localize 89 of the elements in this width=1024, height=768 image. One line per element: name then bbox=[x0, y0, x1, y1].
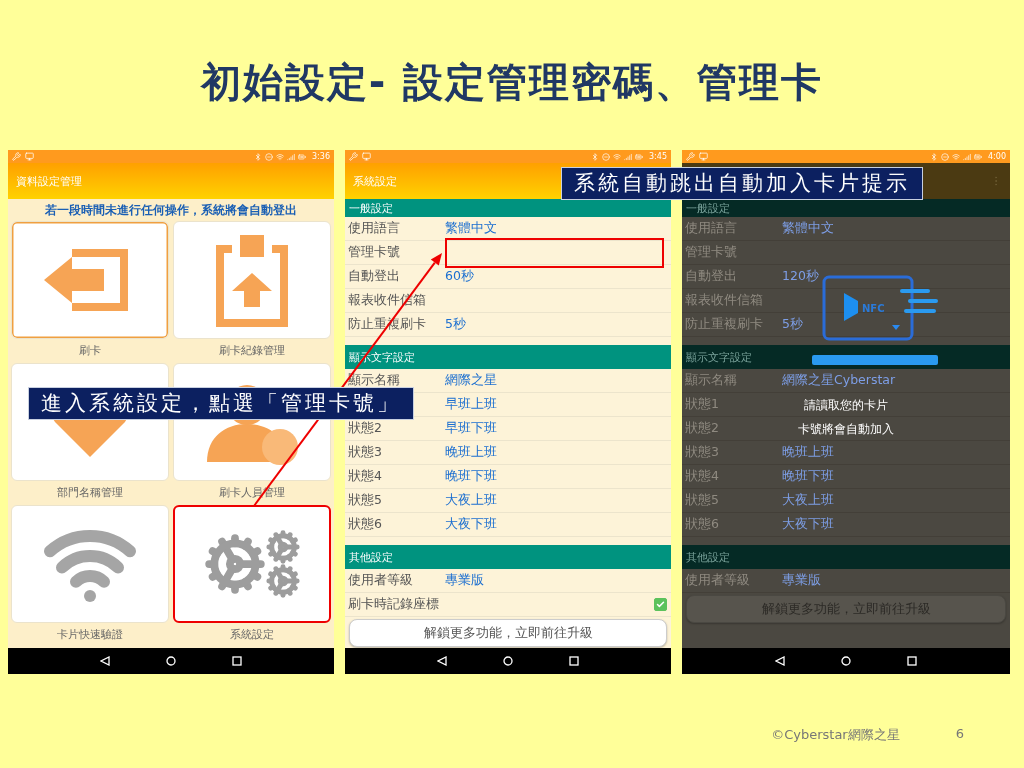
back-icon[interactable] bbox=[100, 656, 110, 666]
recents-icon[interactable] bbox=[907, 656, 917, 666]
setting-label: 狀態1 bbox=[685, 396, 720, 413]
setting-label: 顯示名稱 bbox=[348, 372, 401, 389]
setting-label: 狀態2 bbox=[348, 420, 383, 437]
status-icons-drawing bbox=[254, 152, 307, 161]
setting-value[interactable]: 5秒 bbox=[782, 316, 803, 333]
gears-icon bbox=[204, 530, 300, 598]
home-icon[interactable] bbox=[503, 656, 513, 666]
status-time: 4:00 bbox=[988, 152, 1006, 161]
recents-icon[interactable] bbox=[569, 656, 579, 666]
slide-title: 初始設定- 設定管理密碼、管理卡 bbox=[200, 58, 824, 107]
annotation-tooltip: 進入系統設定，點選「管理卡號」 bbox=[28, 387, 414, 420]
notice-text: 若一段時間未進行任何操作，系統將會自動登出 bbox=[44, 202, 298, 219]
setting-label: 使用者等級 bbox=[348, 572, 414, 589]
recents-icon[interactable] bbox=[232, 656, 242, 666]
status-time: 3:45 bbox=[649, 152, 667, 161]
setting-value[interactable]: 早班下班 bbox=[445, 420, 497, 437]
back-icon[interactable] bbox=[775, 656, 785, 666]
setting-value[interactable]: 大夜下班 bbox=[445, 516, 497, 533]
display-icon bbox=[25, 152, 34, 161]
home-icon[interactable] bbox=[841, 656, 851, 666]
display-icon bbox=[699, 152, 708, 161]
setting-label: 狀態3 bbox=[348, 444, 383, 461]
setting-label: 狀態2 bbox=[685, 420, 720, 437]
setting-label: 狀態6 bbox=[348, 516, 383, 533]
setting-value[interactable]: 網際之星 bbox=[445, 372, 497, 389]
setting-label: 防止重複刷卡 bbox=[685, 316, 764, 333]
checkbox[interactable] bbox=[654, 598, 667, 611]
setting-label: 狀態6 bbox=[685, 516, 720, 533]
setting-label: 使用者等級 bbox=[685, 572, 751, 589]
page-number: 6 bbox=[955, 726, 964, 743]
wrench-icon bbox=[12, 152, 21, 161]
setting-value[interactable]: 60秒 bbox=[445, 268, 474, 285]
tile-label: 系統設定 bbox=[230, 627, 274, 643]
setting-label: 管理卡號 bbox=[685, 244, 738, 261]
setting-value[interactable]: 晚班下班 bbox=[445, 468, 497, 485]
wrench-icon bbox=[686, 152, 695, 161]
setting-value[interactable]: 繁體中文 bbox=[782, 220, 834, 237]
setting-label: 管理卡號 bbox=[348, 244, 401, 261]
menu-tile[interactable] bbox=[173, 505, 331, 623]
setting-label: 狀態4 bbox=[685, 468, 720, 485]
home-icon[interactable] bbox=[166, 656, 176, 666]
app-title: 資料設定管理 bbox=[16, 173, 82, 189]
setting-value[interactable]: 晚班下班 bbox=[782, 468, 834, 485]
section-header: 一般設定 bbox=[682, 199, 1010, 217]
setting-label: 狀態4 bbox=[348, 468, 383, 485]
section-header: 其他設定 bbox=[682, 545, 1010, 569]
section-header: 其他設定 bbox=[345, 545, 671, 569]
back-icon[interactable] bbox=[437, 656, 447, 666]
setting-label: 狀態3 bbox=[685, 444, 720, 461]
setting-value[interactable]: 大夜上班 bbox=[782, 492, 834, 509]
dialog-text: 卡號將會自動加入 bbox=[798, 421, 894, 438]
setting-label: 使用語言 bbox=[348, 220, 401, 237]
tile-label: 部門名稱管理 bbox=[57, 485, 123, 501]
section-header: 一般設定 bbox=[345, 199, 671, 217]
setting-value[interactable]: 大夜上班 bbox=[445, 492, 497, 509]
status-icons-drawing bbox=[591, 152, 644, 161]
upgrade-button[interactable]: 解鎖更多功能，立即前往升級 bbox=[349, 619, 667, 647]
setting-label: 狀態5 bbox=[348, 492, 383, 509]
setting-label: 顯示名稱 bbox=[685, 372, 738, 389]
setting-value[interactable]: 繁體中文 bbox=[445, 220, 497, 237]
setting-label: 自動登出 bbox=[348, 268, 401, 285]
setting-value[interactable]: 專業版 bbox=[782, 572, 821, 589]
tile-label: 卡片快速驗證 bbox=[57, 627, 123, 643]
setting-value[interactable]: 專業版 bbox=[445, 572, 484, 589]
setting-label: 狀態5 bbox=[685, 492, 720, 509]
display-icon bbox=[362, 152, 371, 161]
setting-value[interactable]: 大夜下班 bbox=[782, 516, 834, 533]
setting-label: 報表收件信箱 bbox=[685, 292, 764, 309]
status-time: 3:36 bbox=[312, 152, 330, 161]
dialog-text: 請讀取您的卡片 bbox=[804, 397, 888, 414]
copyright-text: ©Cyberstar網際之星 bbox=[771, 726, 900, 744]
setting-value[interactable]: 5秒 bbox=[445, 316, 466, 333]
tile-label: 刷卡紀錄管理 bbox=[219, 343, 285, 359]
tile-label: 刷卡 bbox=[79, 343, 101, 359]
setting-value[interactable]: 120秒 bbox=[782, 268, 819, 285]
setting-label: 使用語言 bbox=[685, 220, 738, 237]
setting-value[interactable]: 網際之星Cyberstar bbox=[782, 372, 896, 389]
setting-value[interactable]: 晚班上班 bbox=[782, 444, 834, 461]
setting-value[interactable]: 晚班上班 bbox=[445, 444, 497, 461]
setting-value[interactable]: 早班上班 bbox=[445, 396, 497, 413]
setting-label: 自動登出 bbox=[685, 268, 738, 285]
annotation-tooltip: 系統自動跳出自動加入卡片提示 bbox=[561, 167, 923, 200]
status-icons-drawing bbox=[930, 152, 983, 161]
setting-label: 刷卡時記錄座標 bbox=[348, 596, 440, 613]
wrench-icon bbox=[349, 152, 358, 161]
app-title: 系統設定 bbox=[353, 173, 397, 189]
nfc-label: NFC bbox=[862, 303, 885, 314]
